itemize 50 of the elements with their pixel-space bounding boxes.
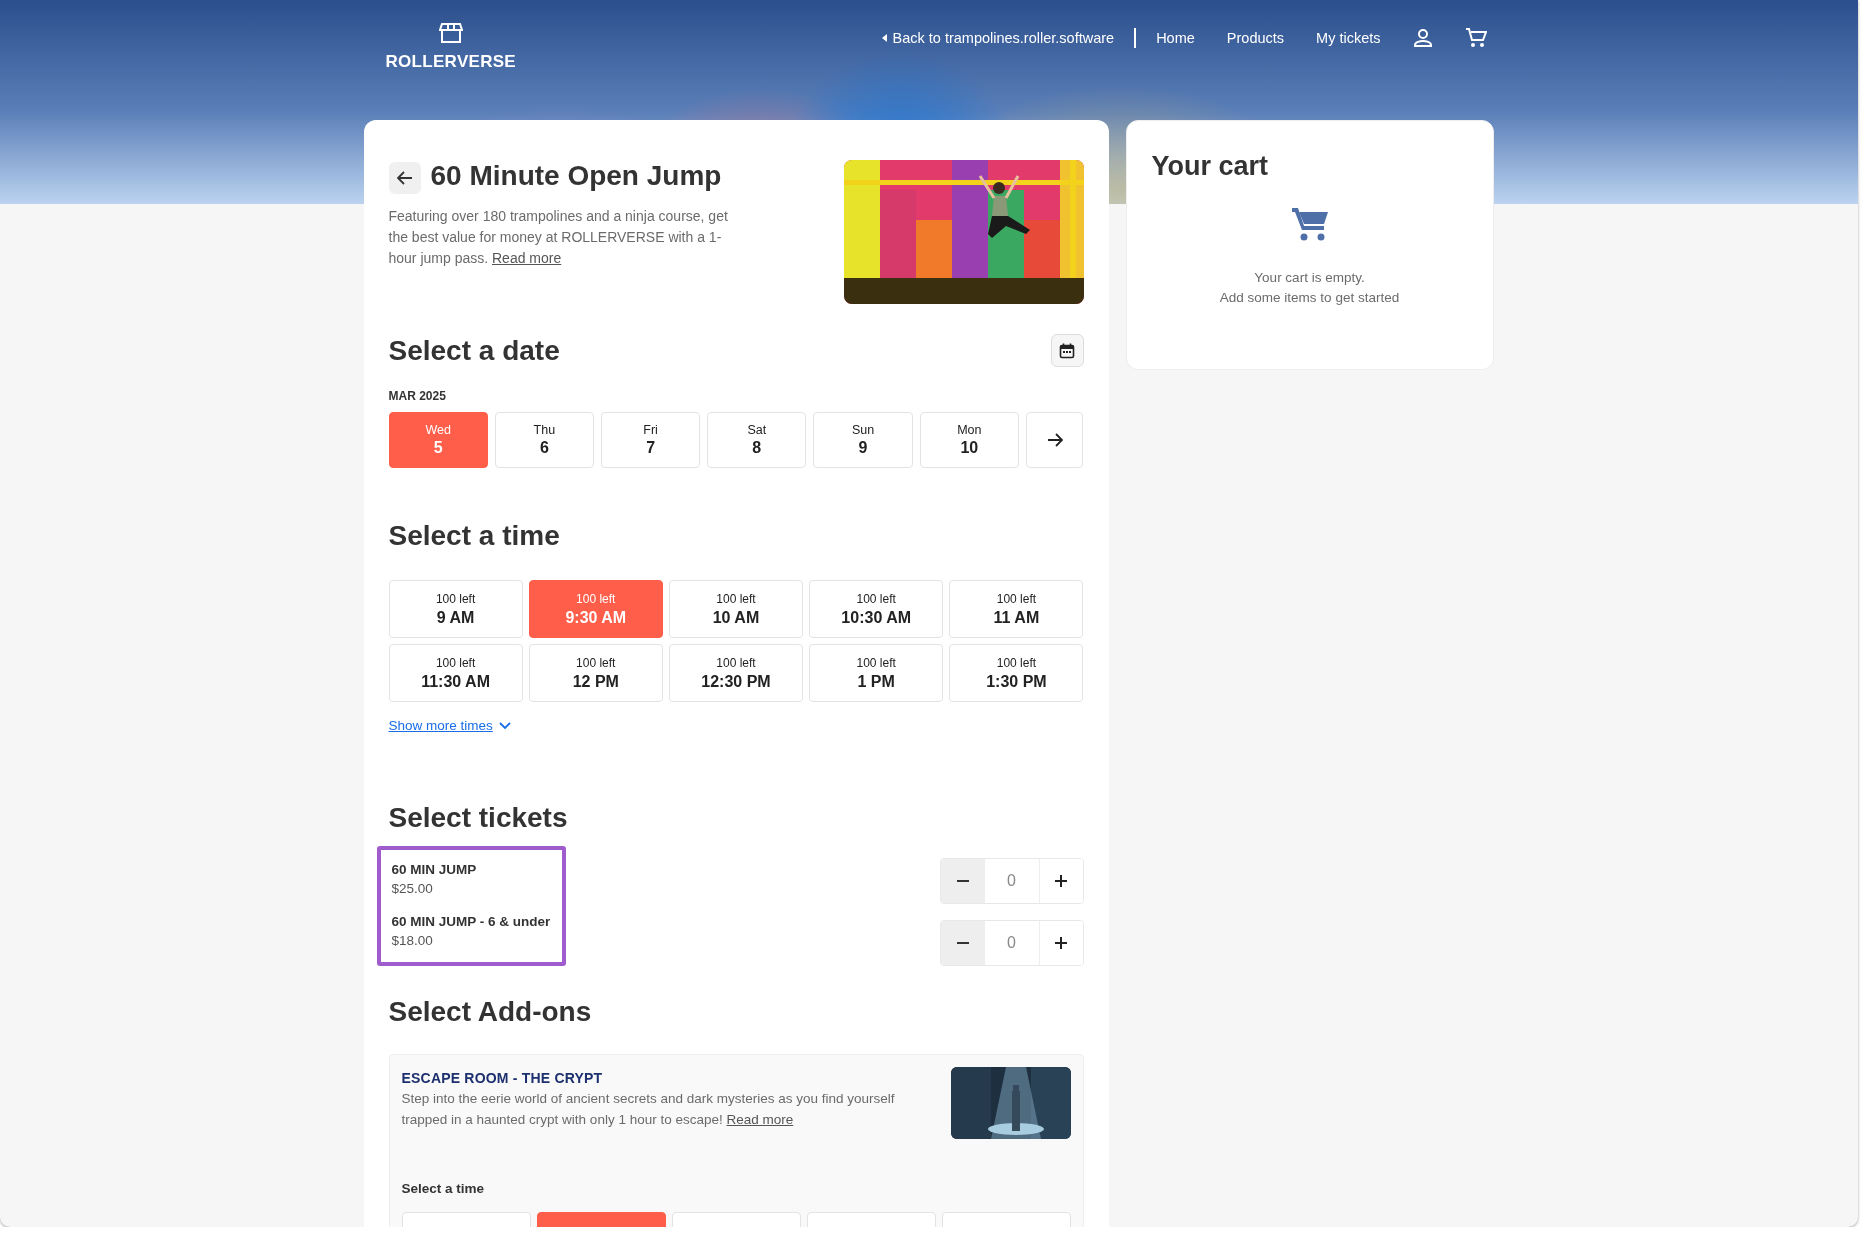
ticket-price: $18.00: [391, 933, 434, 948]
time-slot[interactable]: 100 left 9 AM: [388, 580, 523, 638]
nav-link[interactable]: Home: [1156, 30, 1195, 46]
read-more-link[interactable]: Read more: [492, 250, 562, 266]
back-button[interactable]: [388, 162, 421, 194]
section-heading: Select tickets: [388, 802, 569, 834]
brand-name[interactable]: ROLLERVERSE: [385, 52, 516, 72]
cart-title: Your cart: [1151, 151, 1269, 182]
addon-description: Step into the eerie world of ancient secrets and dark mysteries as you find yourself trapped in a haunted crypt with only 1 hour to escape! Read more: [401, 1090, 896, 1129]
chevron-down-icon: [498, 721, 511, 730]
time-slot[interactable]: 100 left 1 PM: [809, 644, 944, 702]
section-heading: Select a date: [388, 334, 560, 367]
month-label: MAR 2025: [388, 389, 447, 403]
date-chip[interactable]: Sun 9: [813, 412, 913, 468]
date-chip[interactable]: Fri 7: [600, 412, 701, 468]
back-arrow-icon: [396, 171, 413, 185]
product-title: 60 Minute Open Jump: [430, 160, 722, 192]
date-chip[interactable]: Sat 8: [707, 412, 807, 468]
cart-icon[interactable]: [1464, 28, 1487, 48]
time-slot[interactable]: 100 left 12:30 PM: [668, 644, 804, 702]
next-dates-button[interactable]: [1025, 412, 1084, 468]
ticket-name: 60 MIN JUMP - 6 & under: [391, 914, 551, 929]
caret-icon: [881, 34, 887, 42]
product-description: Featuring over 180 trampolines and a ninja course, get the best value for money at ROLLERVERSE with a 1-hour jump pass. Read more: [388, 207, 729, 268]
ticket-name: 60 MIN JUMP: [391, 862, 478, 877]
arrow-right-icon: [1046, 433, 1063, 447]
time-slot[interactable]: 100 left 12 PM: [528, 644, 663, 702]
time-slot[interactable]: 100 left 1:30 PM: [949, 644, 1084, 702]
empty-cart-message: Your cart is empty.: [1254, 269, 1365, 287]
read-more-link[interactable]: Read more: [726, 1112, 794, 1127]
time-slot[interactable]: 100 left 10 AM: [668, 580, 804, 638]
ticket-price: $25.00: [391, 881, 434, 896]
nav-link[interactable]: My tickets: [1316, 30, 1381, 46]
user-icon[interactable]: [1412, 28, 1433, 48]
addon-title: ESCAPE ROOM - THE CRYPT: [401, 1070, 604, 1086]
addon-time-heading: Select a time: [401, 1181, 486, 1196]
show-more-link[interactable]: Show more times: [388, 718, 511, 733]
section-heading: Select Add-ons: [388, 996, 593, 1028]
time-slot[interactable]: 100 left 11:30 AM: [388, 644, 523, 702]
section-heading: Select a time: [388, 520, 561, 552]
date-chip[interactable]: Thu 6: [494, 412, 594, 468]
date-chip[interactable]: Mon 10: [919, 412, 1019, 468]
time-slot[interactable]: 100 left 11 AM: [949, 580, 1084, 638]
back-link[interactable]: Back to trampolines.roller.software: [881, 30, 1115, 46]
nav-link[interactable]: Products: [1226, 30, 1285, 46]
calendar-button[interactable]: [1050, 334, 1084, 367]
store-icon: [438, 22, 463, 44]
empty-cart-hint: Add some items to get started: [1219, 289, 1400, 307]
time-slot[interactable]: 100 left 10:30 AM: [809, 580, 944, 638]
calendar-icon: [1059, 342, 1075, 359]
